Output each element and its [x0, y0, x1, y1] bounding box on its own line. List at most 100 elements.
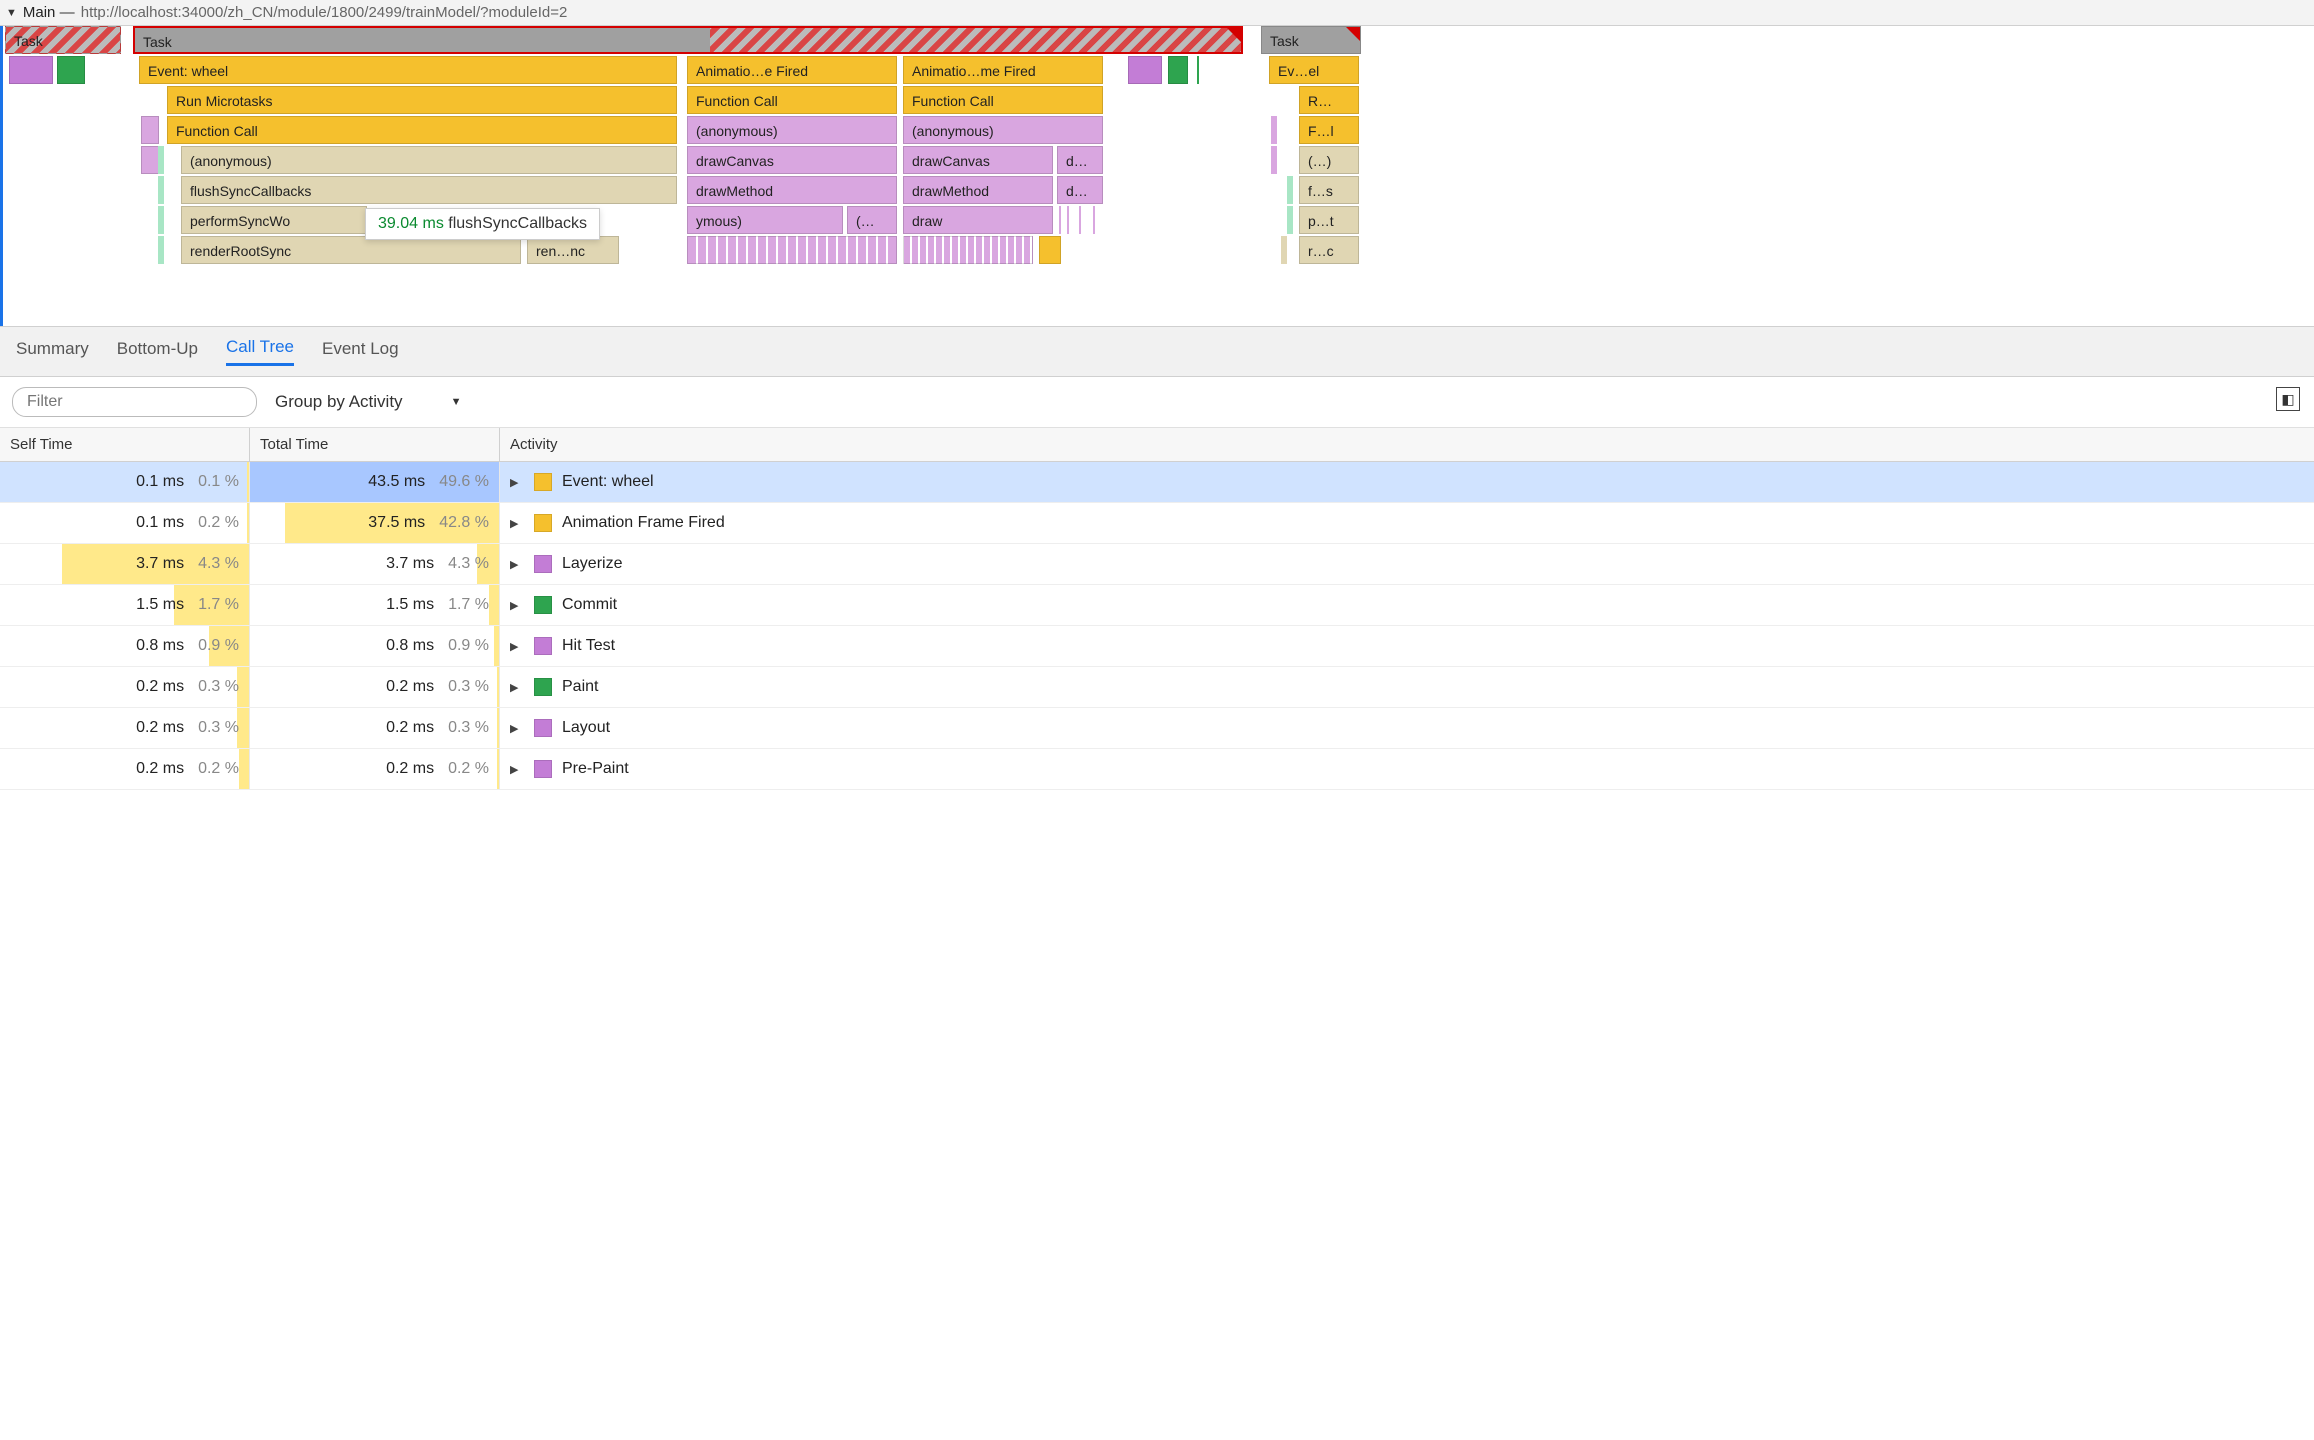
table-row[interactable]: 0.1 ms0.1 %43.5 ms49.6 %▶Event: wheel [0, 462, 2314, 503]
flame-drawmethod[interactable]: drawMethod [903, 176, 1053, 204]
self-time-pct: 0.9 % [198, 637, 239, 655]
flame-stripes[interactable] [903, 236, 1033, 264]
flame-block[interactable]: d… [1057, 146, 1103, 174]
flame-block[interactable]: F…l [1299, 116, 1359, 144]
table-row[interactable]: 1.5 ms1.7 %1.5 ms1.7 %▶Commit [0, 585, 2314, 626]
flame-block[interactable] [141, 116, 159, 144]
activity-color-swatch [534, 473, 552, 491]
flame-block[interactable] [1128, 56, 1162, 84]
total-time-pct: 0.9 % [448, 637, 489, 655]
table-row[interactable]: 0.1 ms0.2 %37.5 ms42.8 %▶Animation Frame… [0, 503, 2314, 544]
flame-block[interactable]: p…t [1299, 206, 1359, 234]
expand-icon[interactable]: ▶ [510, 681, 524, 694]
flame-block[interactable] [1168, 56, 1188, 84]
flame-block[interactable] [9, 56, 53, 84]
flame-event[interactable]: Ev…el [1269, 56, 1359, 84]
filter-input[interactable] [12, 387, 257, 417]
flame-task[interactable]: Task [5, 26, 121, 54]
column-self-time[interactable]: Self Time [0, 428, 250, 461]
flame-block[interactable]: (…) [1299, 146, 1359, 174]
flame-drawmethod[interactable]: drawMethod [687, 176, 897, 204]
main-thread-header[interactable]: ▼ Main — http://localhost:34000/zh_CN/mo… [0, 0, 2314, 26]
tooltip-name: flushSyncCallbacks [448, 215, 587, 232]
activity-color-swatch [534, 719, 552, 737]
tooltip-duration: 39.04 ms [378, 215, 444, 232]
flame-sliver [1079, 206, 1081, 234]
tab-summary[interactable]: Summary [16, 339, 89, 365]
warning-icon [1346, 27, 1360, 41]
flame-fn-call[interactable]: Function Call [167, 116, 677, 144]
table-row[interactable]: 0.8 ms0.9 %0.8 ms0.9 %▶Hit Test [0, 626, 2314, 667]
flame-anonymous[interactable]: (anonymous) [903, 116, 1103, 144]
flame-fn-call[interactable]: Function Call [687, 86, 897, 114]
expand-icon[interactable]: ▶ [510, 517, 524, 530]
flame-task-long[interactable]: Task [133, 26, 1243, 54]
expand-icon[interactable]: ▶ [510, 763, 524, 776]
activity-color-swatch [534, 596, 552, 614]
flame-block[interactable] [57, 56, 85, 84]
activity-color-swatch [534, 637, 552, 655]
column-total-time[interactable]: Total Time [250, 428, 500, 461]
flame-drawcanvas[interactable]: drawCanvas [687, 146, 897, 174]
expand-icon[interactable]: ▶ [510, 599, 524, 612]
table-row[interactable]: 3.7 ms4.3 %3.7 ms4.3 %▶Layerize [0, 544, 2314, 585]
total-time-pct: 1.7 % [448, 596, 489, 614]
tab-call-tree[interactable]: Call Tree [226, 337, 294, 366]
total-time-ms: 0.8 ms [386, 637, 434, 655]
flame-fn-call[interactable]: Function Call [903, 86, 1103, 114]
flame-block[interactable] [1039, 236, 1061, 264]
self-time-ms: 0.2 ms [136, 719, 184, 737]
total-time-pct: 42.8 % [439, 514, 489, 532]
flame-stripes[interactable] [687, 236, 897, 264]
flame-block[interactable]: r…c [1299, 236, 1359, 264]
flame-sliver [158, 176, 164, 204]
tab-event-log[interactable]: Event Log [322, 339, 399, 365]
flame-anim-frame[interactable]: Animatio…e Fired [687, 56, 897, 84]
activity-color-swatch [534, 760, 552, 778]
flame-sliver [1093, 206, 1095, 234]
total-time-ms: 0.2 ms [386, 760, 434, 778]
flame-anonymous[interactable]: (anonymous) [181, 146, 677, 174]
self-time-pct: 0.3 % [198, 719, 239, 737]
flame-block[interactable]: f…s [1299, 176, 1359, 204]
flame-task[interactable]: Task [1261, 26, 1361, 54]
flame-block[interactable]: R… [1299, 86, 1359, 114]
self-time-pct: 0.1 % [198, 473, 239, 491]
group-by-select[interactable]: Group by Activity ▼ [275, 392, 461, 412]
flame-anonymous[interactable]: (anonymous) [687, 116, 897, 144]
expand-icon[interactable]: ▶ [510, 722, 524, 735]
flame-block[interactable]: ren…nc [527, 236, 619, 264]
group-by-label: Group by Activity [275, 392, 403, 412]
column-activity[interactable]: Activity [500, 428, 2314, 461]
expand-icon[interactable]: ▶ [510, 640, 524, 653]
activity-color-swatch [534, 678, 552, 696]
flame-block[interactable]: d… [1057, 176, 1103, 204]
flame-drawcanvas[interactable]: drawCanvas [903, 146, 1053, 174]
table-row[interactable]: 0.2 ms0.3 %0.2 ms0.3 %▶Layout [0, 708, 2314, 749]
flame-anim-frame[interactable]: Animatio…me Fired [903, 56, 1103, 84]
flame-sliver [1287, 176, 1293, 204]
flame-flushsync[interactable]: flushSyncCallbacks [181, 176, 677, 204]
self-time-ms: 3.7 ms [136, 555, 184, 573]
flame-block[interactable]: (… [847, 206, 897, 234]
flame-microtasks[interactable]: Run Microtasks [167, 86, 677, 114]
table-row[interactable]: 0.2 ms0.2 %0.2 ms0.2 %▶Pre-Paint [0, 749, 2314, 790]
self-time-ms: 0.1 ms [136, 514, 184, 532]
toggle-sidebar-icon[interactable]: ◧ [2276, 387, 2300, 411]
flame-perfsync[interactable]: performSyncWo [181, 206, 367, 234]
expand-icon[interactable]: ▶ [510, 558, 524, 571]
flame-draw[interactable]: draw [903, 206, 1053, 234]
chevron-down-icon: ▼ [451, 396, 462, 408]
expand-icon[interactable]: ▶ [510, 476, 524, 489]
warning-icon [1227, 28, 1241, 42]
flame-renderroot[interactable]: renderRootSync [181, 236, 521, 264]
flame-sliver [158, 146, 164, 174]
flame-chart[interactable]: Task Task Task Event: wheel Animatio…e F… [0, 26, 2314, 326]
flame-block[interactable] [141, 146, 159, 174]
table-row[interactable]: 0.2 ms0.3 %0.2 ms0.3 %▶Paint [0, 667, 2314, 708]
expand-icon[interactable]: ▼ [6, 7, 17, 19]
flame-block[interactable]: ymous) [687, 206, 843, 234]
tab-bottom-up[interactable]: Bottom-Up [117, 339, 198, 365]
separator: — [55, 4, 78, 21]
flame-event-wheel[interactable]: Event: wheel [139, 56, 677, 84]
